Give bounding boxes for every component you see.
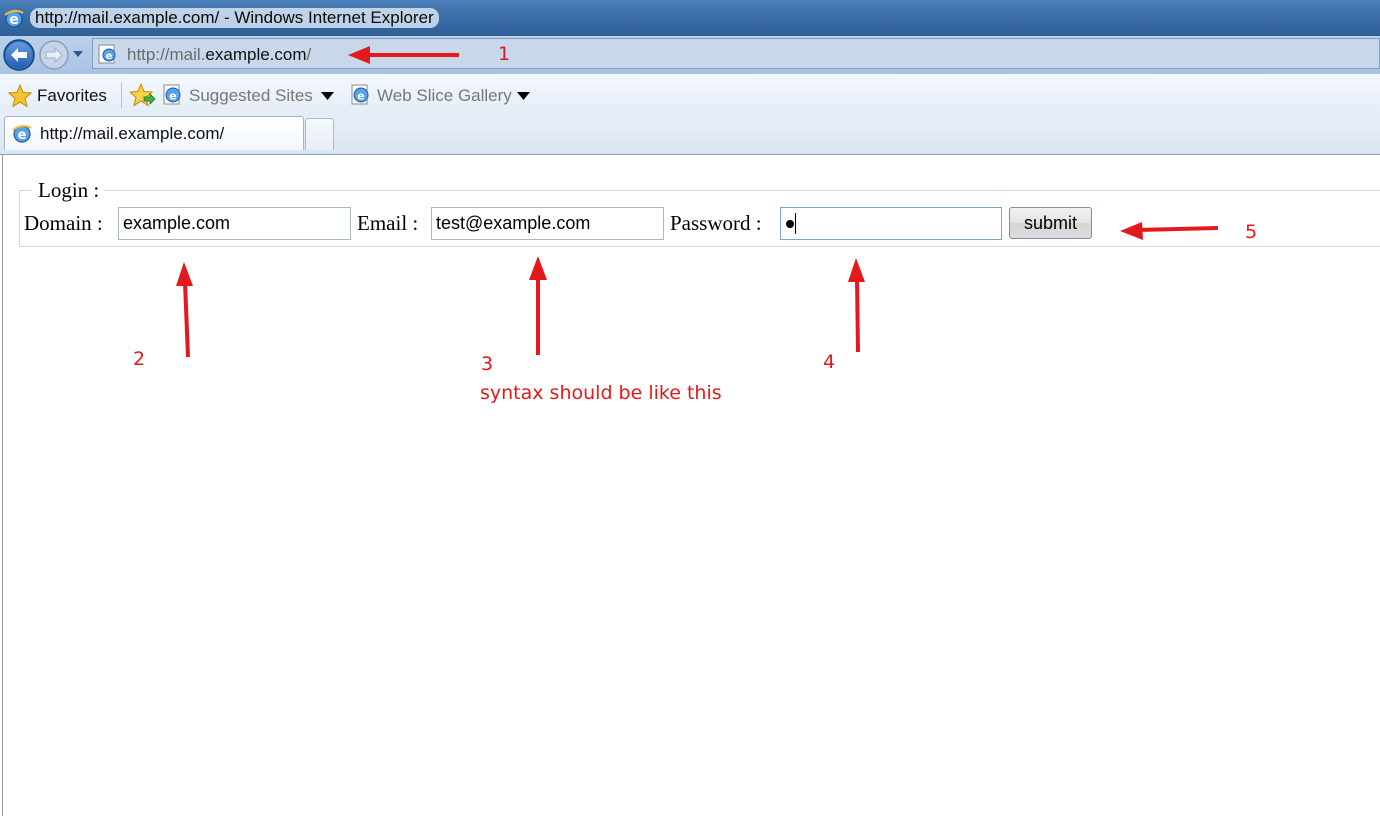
email-input[interactable]: test@example.com — [431, 207, 664, 240]
ie-icon: e — [4, 9, 24, 28]
dropdown-caret-icon — [321, 92, 334, 100]
favorites-label: Favorites — [37, 86, 107, 105]
favorites-bar: Favorites e Suggested Sites e Web Slice … — [0, 74, 1380, 116]
annotation-label-2: 2 — [133, 348, 146, 370]
new-tab-button[interactable] — [305, 118, 334, 150]
submit-button[interactable]: submit — [1009, 207, 1092, 239]
svg-text:e: e — [169, 90, 176, 103]
forward-arrow-icon[interactable] — [37, 38, 71, 72]
star-icon — [8, 84, 32, 108]
annotation-label-4: 4 — [823, 351, 836, 373]
login-legend: Login : — [38, 178, 100, 202]
annotation-label-5: 5 — [1245, 221, 1258, 243]
window-title-bar: e http://mail.example.com/ - Windows Int… — [0, 0, 1380, 36]
window-title: http://mail.example.com/ - Windows Inter… — [30, 8, 439, 28]
tab-label: http://mail.example.com/ — [40, 124, 225, 143]
add-favorite-icon[interactable] — [130, 83, 156, 107]
dropdown-caret-icon — [517, 92, 530, 100]
svg-text:e: e — [106, 51, 113, 62]
url-suffix: / — [306, 45, 312, 64]
svg-text:e: e — [18, 128, 27, 143]
svg-text:e: e — [9, 12, 19, 28]
annotation-label-3: 3 — [481, 353, 494, 375]
url-domain: example.com — [205, 45, 307, 64]
page-ie-icon: e — [351, 84, 369, 105]
url-prefix: http://mail. — [127, 45, 206, 64]
annotation-note: syntax should be like this — [480, 382, 722, 404]
dropdown-caret-icon[interactable] — [72, 50, 84, 58]
password-label: Password : — [670, 211, 762, 235]
page-ie-icon: e — [163, 84, 181, 105]
page-ie-icon: e — [12, 124, 32, 143]
suggested-sites-label: Suggested Sites — [189, 86, 313, 105]
navigation-bar: e http://mail.example.com/ — [0, 36, 1380, 74]
tab-mail-example[interactable]: e http://mail.example.com/ — [4, 116, 304, 150]
back-arrow-icon[interactable] — [2, 38, 36, 72]
svg-text:e: e — [357, 90, 364, 103]
domain-input[interactable]: example.com — [118, 207, 351, 240]
login-form-row: Domain : example.com Email : test@exampl… — [3, 207, 1380, 241]
address-url[interactable]: http://mail.example.com/ — [127, 45, 311, 65]
email-label: Email : — [357, 211, 419, 235]
favorites-separator — [121, 82, 122, 108]
password-input[interactable] — [780, 207, 1002, 240]
domain-label: Domain : — [24, 211, 103, 235]
web-slice-gallery-label: Web Slice Gallery — [377, 86, 512, 105]
address-bar[interactable]: e http://mail.example.com/ — [92, 38, 1380, 69]
page-content: Login : Domain : example.com Email : tes… — [2, 155, 1380, 816]
annotation-label-1: 1 — [498, 43, 511, 65]
password-mask-dot — [786, 220, 794, 228]
text-cursor — [795, 213, 796, 234]
tab-bar: e http://mail.example.com/ — [0, 116, 1380, 155]
page-ie-icon: e — [98, 44, 116, 64]
